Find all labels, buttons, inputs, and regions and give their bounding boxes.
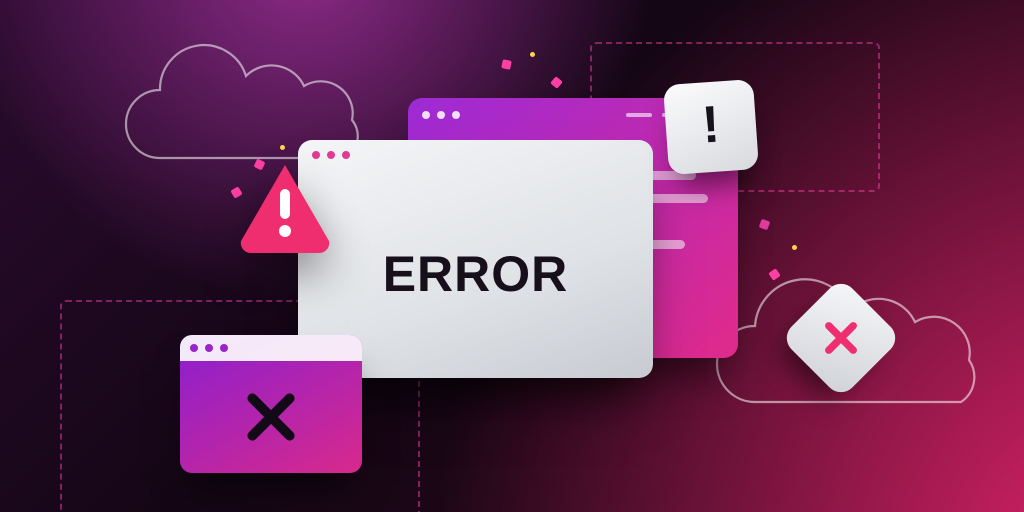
x-icon xyxy=(820,317,862,359)
traffic-lights-icon xyxy=(422,111,460,119)
exclamation-icon: ! xyxy=(700,94,721,155)
window-titlebar xyxy=(298,140,653,170)
confetti xyxy=(501,59,512,70)
error-label: ERROR xyxy=(383,245,569,303)
exclamation-tile: ! xyxy=(663,79,759,175)
x-icon xyxy=(243,389,299,445)
confetti xyxy=(792,245,797,250)
traffic-lights-icon xyxy=(190,344,228,352)
warning-triangle-icon xyxy=(235,157,335,257)
confetti xyxy=(550,76,563,89)
confetti xyxy=(759,219,771,231)
confetti xyxy=(530,52,535,57)
window-titlebar xyxy=(180,335,362,361)
mini-window xyxy=(180,335,362,473)
